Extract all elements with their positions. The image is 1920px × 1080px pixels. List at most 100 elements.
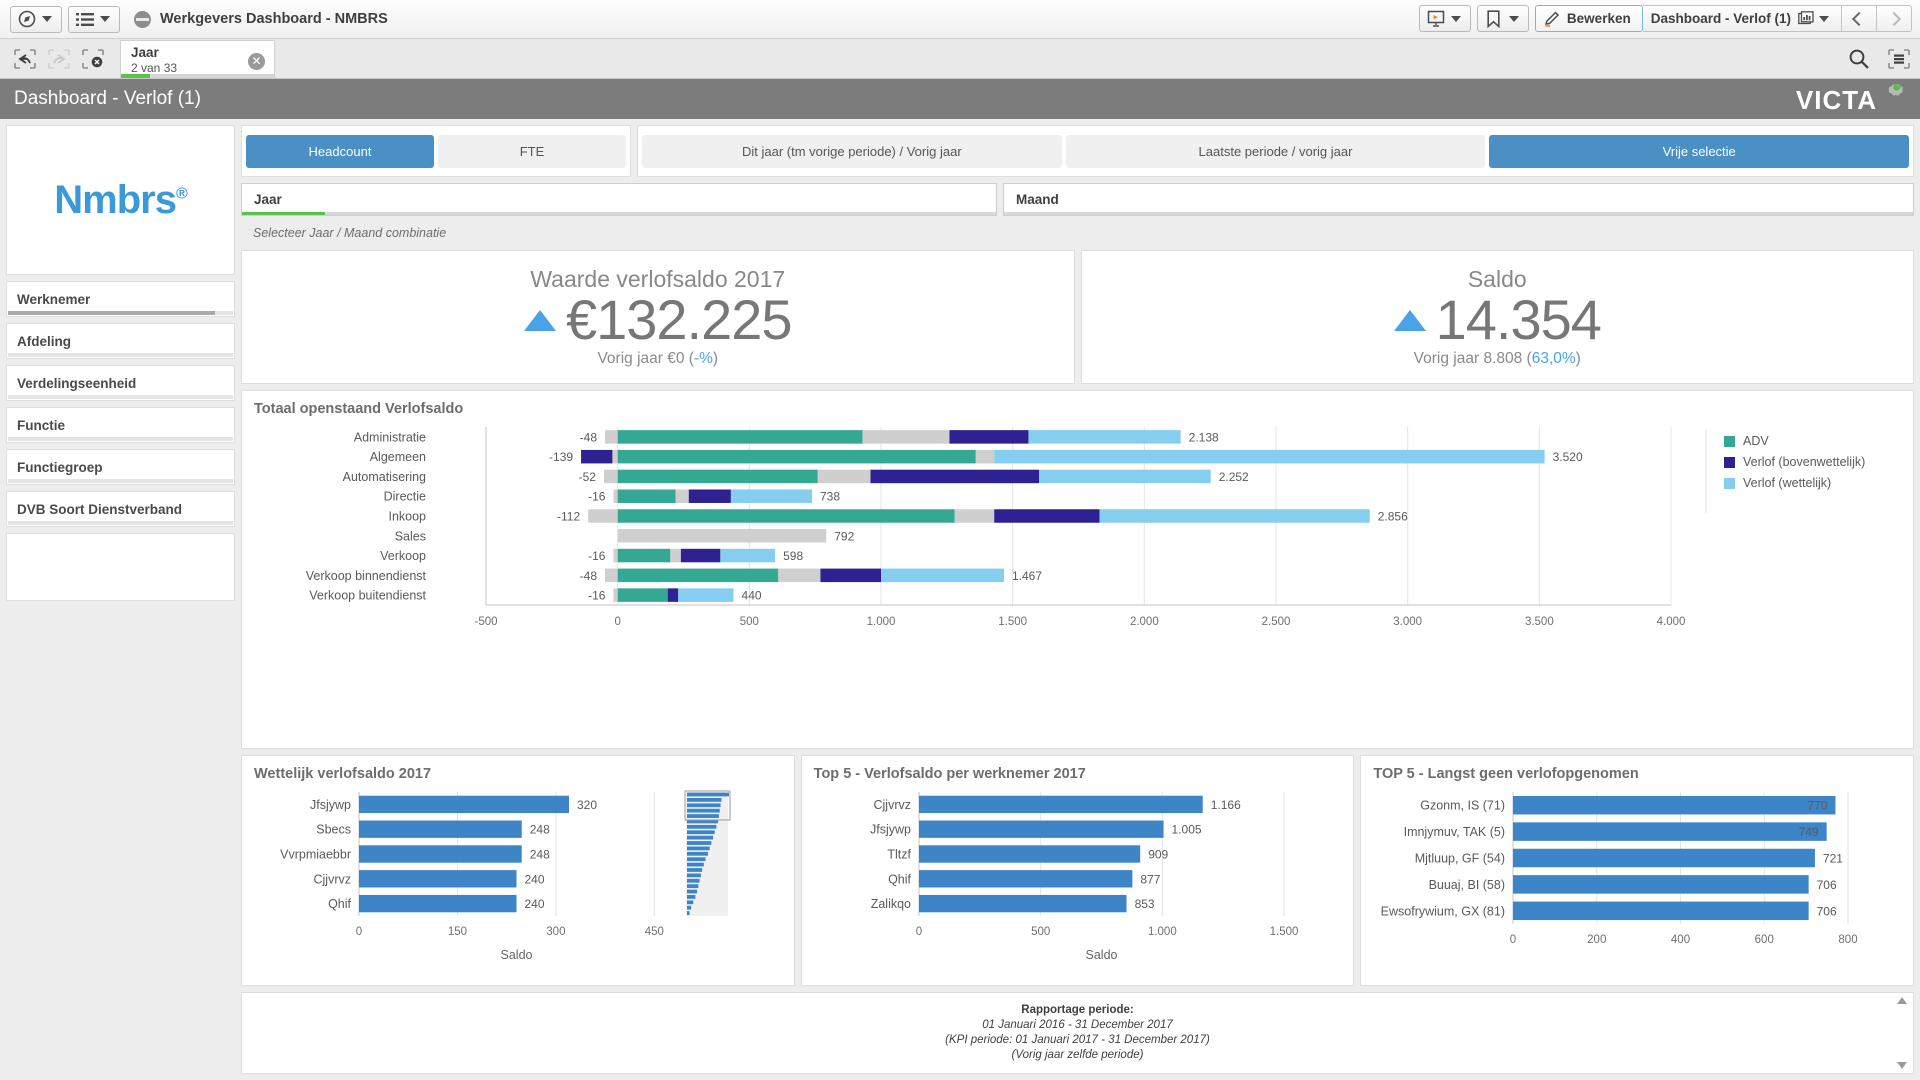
next-sheet-button[interactable] (1877, 5, 1912, 32)
app-icon (134, 10, 151, 28)
sheet-selector-label: Dashboard - Verlof (1) (1650, 11, 1791, 26)
filter-scrollbar[interactable] (8, 437, 233, 441)
chevron-left-icon (1851, 11, 1867, 26)
svg-text:-16: -16 (588, 549, 606, 563)
listbox-scrollbar[interactable] (1004, 212, 1913, 215)
svg-text:Ewsofrywium, GX (81): Ewsofrywium, GX (81) (1381, 904, 1505, 918)
svg-text:1.005: 1.005 (1171, 823, 1201, 837)
svg-text:721: 721 (1823, 852, 1843, 866)
bookmark-button[interactable] (1476, 5, 1529, 32)
presentation-icon (1425, 8, 1447, 30)
svg-text:3.000: 3.000 (1393, 616, 1422, 628)
filter-scrollbar[interactable] (8, 353, 233, 357)
sidebar-item-werknemer[interactable]: Werknemer (6, 281, 235, 317)
svg-text:Directie: Directie (384, 490, 426, 504)
pencil-icon (1543, 10, 1561, 28)
victa-mark-icon (1878, 83, 1904, 105)
footer-line-1: 01 Januari 2016 - 31 December 2017 (982, 1019, 1173, 1031)
scroll-up-icon[interactable] (1897, 997, 1907, 1004)
kpi-sub-prefix: Vorig jaar 8.808 ( (1413, 350, 1532, 367)
svg-text:ADV: ADV (1743, 434, 1769, 448)
button-fte[interactable]: FTE (438, 134, 626, 168)
svg-text:Cjjvrvz: Cjjvrvz (873, 798, 911, 812)
clear-selections-button[interactable] (76, 44, 110, 74)
navigation-menu-button[interactable] (10, 5, 62, 33)
chart-top5-verlofsaldo[interactable]: Top 5 - Verlofsaldo per werknemer 2017 0… (800, 755, 1355, 986)
chart-top5-langst-geen-verlof[interactable]: TOP 5 - Langst geen verlofopgenomen 0 200… (1360, 755, 1915, 986)
brand-logo: Nmbrs® (6, 125, 235, 275)
svg-text:1.000: 1.000 (1148, 926, 1177, 938)
button-dit-jaar[interactable]: Dit jaar (tm vorige periode) / Vorig jaa… (642, 134, 1062, 168)
kpi-subtitle: Vorig jaar 8.808 (63,0%) (1414, 350, 1581, 368)
chart-canvas[interactable]: 0 150 300 450 Jfsjywp 320 Sbecs 248 Vvrpmiaebbr 2… (254, 788, 774, 968)
svg-text:877: 877 (1140, 872, 1160, 886)
filter-scrollbar[interactable] (8, 395, 233, 399)
chevron-down-icon (1508, 15, 1519, 22)
chart-title: Wettelijk verlofsaldo 2017 (254, 766, 432, 782)
chart-canvas[interactable]: -500 0 500 1.000 1.500 2.000 2.500 3.000 3.500 4.… (254, 423, 1901, 643)
story-button[interactable] (1418, 5, 1471, 32)
search-icon[interactable] (1848, 48, 1870, 70)
svg-text:Verkoop: Verkoop (380, 549, 426, 563)
listbox-scrollbar[interactable] (242, 212, 996, 215)
chart-title: Totaal openstaand Verlofsaldo (254, 401, 464, 417)
chevron-down-icon (1819, 15, 1829, 22)
svg-text:-500: -500 (474, 616, 497, 628)
svg-text:2.138: 2.138 (1189, 430, 1219, 444)
sidebar-item-verdelingseenheid[interactable]: Verdelingseenheid (6, 365, 235, 401)
selection-field-count: 2 van 33 (131, 60, 178, 75)
edit-button[interactable]: Bewerken (1534, 5, 1643, 32)
svg-text:248: 248 (530, 848, 550, 862)
bookmark-icon (1483, 8, 1505, 30)
button-vrije-selectie[interactable]: Vrije selectie (1489, 134, 1910, 168)
scroll-down-icon[interactable] (1897, 1062, 1907, 1069)
trend-up-icon (1393, 309, 1426, 331)
chart-wettelijk-verlofsaldo[interactable]: Wettelijk verlofsaldo 2017 0 150 300 450 Jfs… (241, 755, 795, 986)
listbox-row: Jaar Maand (241, 183, 1914, 216)
filter-scrollbar[interactable] (8, 311, 233, 315)
svg-text:150: 150 (448, 926, 467, 938)
svg-text:-112: -112 (557, 510, 580, 524)
selection-token-jaar[interactable]: Jaar 2 van 33 ✕ (120, 39, 275, 78)
filter-scrollbar[interactable] (8, 479, 233, 483)
listbox-label: Maand (1016, 192, 1059, 207)
filter-scrollbar[interactable] (8, 521, 233, 525)
svg-text:3.520: 3.520 (1553, 450, 1583, 464)
selection-panel-icon[interactable] (1888, 48, 1910, 69)
svg-text:0: 0 (614, 616, 620, 628)
listbox-maand[interactable]: Maand (1003, 183, 1914, 216)
listbox-label: Jaar (254, 192, 282, 207)
chart-canvas[interactable]: 0 500 1.000 1.500 Cjjvrvz 1.166 Jfsjywp 1.005 Tl… (814, 788, 1334, 968)
svg-text:320: 320 (577, 798, 597, 812)
chevron-down-icon (42, 16, 52, 22)
svg-text:-48: -48 (580, 430, 598, 444)
sidebar-item-afdeling[interactable]: Afdeling (6, 323, 235, 359)
step-back-button[interactable] (8, 44, 42, 74)
footer-scrollbar[interactable] (1895, 997, 1909, 1069)
svg-text:-52: -52 (579, 470, 597, 484)
footer-line-2: (KPI periode: 01 Januari 2017 - 31 Decem… (945, 1034, 1210, 1046)
button-headcount[interactable]: Headcount (246, 134, 434, 168)
sidebar-item-functie[interactable]: Functie (6, 407, 235, 443)
sidebar-item-functiegroep[interactable]: Functiegroep (6, 449, 235, 485)
svg-text:Jfsjywp: Jfsjywp (870, 823, 911, 837)
button-laatste-periode[interactable]: Laatste periode / vorig jaar (1065, 134, 1486, 168)
sidebar-item-dvb-soort-dienstverband[interactable]: DVB Soort Dienstverband (6, 491, 235, 527)
sidebar-item-label: DVB Soort Dienstverband (17, 501, 183, 517)
svg-text:1.500: 1.500 (1269, 926, 1298, 938)
svg-text:500: 500 (740, 616, 759, 628)
chart-title: Top 5 - Verlofsaldo per werknemer 2017 (813, 766, 1086, 782)
close-icon[interactable]: ✕ (248, 52, 265, 70)
chart-totaal-openstaand-verlofsaldo[interactable]: Totaal openstaand Verlofsaldo -500 0 500 1.… (241, 390, 1914, 749)
selection-field-name: Jaar (131, 44, 159, 60)
previous-sheet-button[interactable] (1842, 5, 1877, 32)
sheet-list-button[interactable] (68, 5, 120, 33)
chart-canvas[interactable]: 0 200 400 600 800 Gzonm, IS (71) 770 Imnjymuv, … (1373, 788, 1893, 968)
selection-hint: Selecteer Jaar / Maand combinatie (253, 226, 447, 240)
listbox-jaar[interactable]: Jaar (241, 183, 997, 216)
svg-text:1.500: 1.500 (998, 616, 1027, 628)
sheet-selector-button[interactable]: Dashboard - Verlof (1) (1642, 5, 1842, 32)
svg-text:300: 300 (546, 926, 565, 938)
step-forward-button[interactable] (42, 44, 76, 74)
victa-wordmark: VICTA (1795, 85, 1877, 115)
